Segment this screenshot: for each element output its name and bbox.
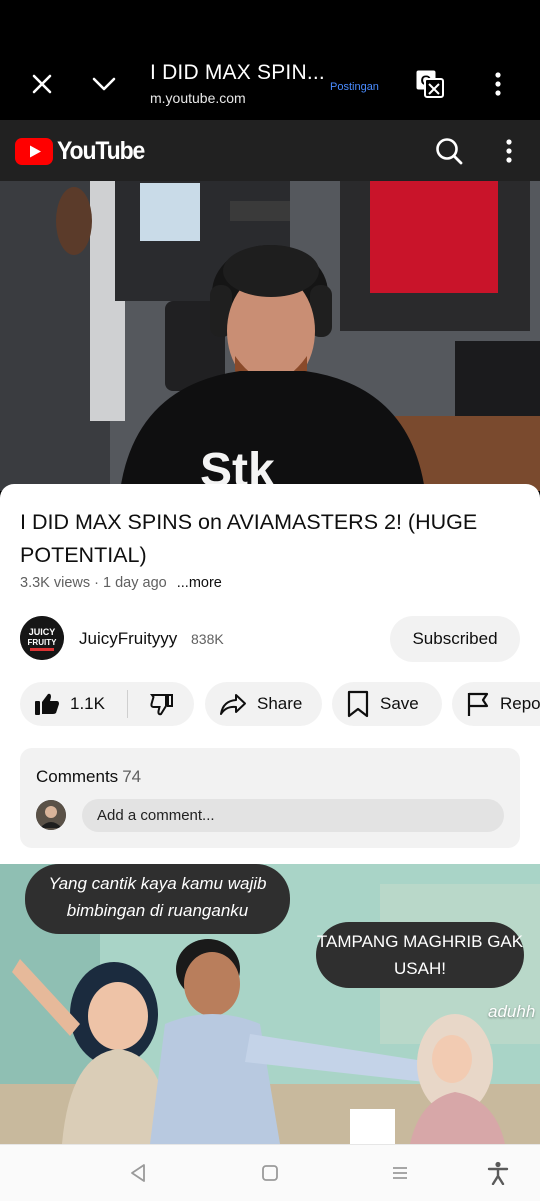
more-vert-icon[interactable] xyxy=(478,64,518,104)
back-icon[interactable] xyxy=(122,1157,154,1189)
video-frame: Stk xyxy=(0,181,540,491)
avatar[interactable]: JUICY FRUITY xyxy=(20,616,64,660)
svg-text:JUICY: JUICY xyxy=(29,627,56,637)
share-button[interactable]: Share xyxy=(205,682,322,726)
video-title[interactable]: I DID MAX SPINS on AVIAMASTERS 2! (HUGE … xyxy=(20,506,525,572)
video-info-panel: I DID MAX SPINS on AVIAMASTERS 2! (HUGE … xyxy=(0,484,540,864)
comments-header: Comments 74 xyxy=(36,767,141,787)
comment-input[interactable]: Add a comment... xyxy=(82,799,504,832)
share-icon xyxy=(220,694,246,715)
report-button[interactable]: Report xyxy=(452,682,540,726)
exclamation-text: aduhh xyxy=(488,1002,536,1021)
view-count-date: 3.3K views · 1 day ago xyxy=(20,575,167,591)
accessibility-icon[interactable] xyxy=(482,1157,514,1189)
comments-label: Comments xyxy=(36,767,119,786)
custom-tab-bar: I DID MAX SPIN... m.youtube.com Postinga… xyxy=(0,48,540,120)
user-avatar xyxy=(36,800,66,830)
more-vert-icon[interactable] xyxy=(492,132,526,170)
save-button[interactable]: Save xyxy=(332,682,442,726)
recents-icon[interactable] xyxy=(384,1157,416,1189)
comments-section[interactable]: Comments 74 Add a comment... xyxy=(20,748,520,848)
search-icon[interactable] xyxy=(430,132,468,170)
youtube-header: YouTube xyxy=(0,120,540,181)
tab-page-url[interactable]: m.youtube.com xyxy=(150,90,246,106)
svg-text:FRUITY: FRUITY xyxy=(28,638,58,647)
home-icon[interactable] xyxy=(254,1157,286,1189)
tab-badge: Postingan xyxy=(330,81,379,93)
thumbs-up-icon xyxy=(35,693,59,715)
video-player[interactable]: Stk xyxy=(0,181,540,491)
status-bar xyxy=(0,0,540,48)
system-nav-bar xyxy=(0,1144,540,1201)
report-label: Report xyxy=(500,694,540,713)
translate-icon[interactable]: G xyxy=(410,64,450,104)
save-label: Save xyxy=(380,694,419,713)
video-meta[interactable]: 3.3K views · 1 day ago ...more xyxy=(20,575,222,591)
thumbs-down-icon xyxy=(150,694,173,716)
speech-bubble: TAMPANG MAGHRIB GAK USAH! xyxy=(316,922,524,988)
youtube-logo[interactable]: YouTube xyxy=(15,137,152,166)
like-count: 1.1K xyxy=(70,694,105,713)
dislike-button[interactable] xyxy=(142,682,182,726)
subscribed-button[interactable]: Subscribed xyxy=(390,616,520,662)
youtube-play-icon xyxy=(15,138,53,165)
ad-banner[interactable]: Yang cantik kaya kamu wajib bimbingan di… xyxy=(0,864,540,1144)
share-label: Share xyxy=(257,694,303,713)
chevron-down-icon[interactable] xyxy=(82,62,126,106)
channel-name[interactable]: JuicyFruityyy xyxy=(79,629,177,649)
like-button[interactable]: 1.1K xyxy=(34,682,105,726)
like-dislike-pill: 1.1K xyxy=(20,682,194,726)
tab-page-title[interactable]: I DID MAX SPIN... xyxy=(150,61,325,85)
close-icon[interactable] xyxy=(20,62,64,106)
more-link[interactable]: ...more xyxy=(177,575,222,591)
youtube-logo-text: YouTube xyxy=(57,137,145,165)
channel-row: JUICY FRUITY JuicyFruityyy 838K Subscrib… xyxy=(20,616,520,662)
speech-bubble: Yang cantik kaya kamu wajib bimbingan di… xyxy=(25,864,290,934)
flag-icon xyxy=(467,692,489,716)
comments-count: 74 xyxy=(122,767,142,786)
bookmark-icon xyxy=(347,690,369,718)
action-row: 1.1K Share Save Repo xyxy=(20,682,540,728)
subscriber-count: 838K xyxy=(191,631,224,647)
divider xyxy=(127,690,128,718)
